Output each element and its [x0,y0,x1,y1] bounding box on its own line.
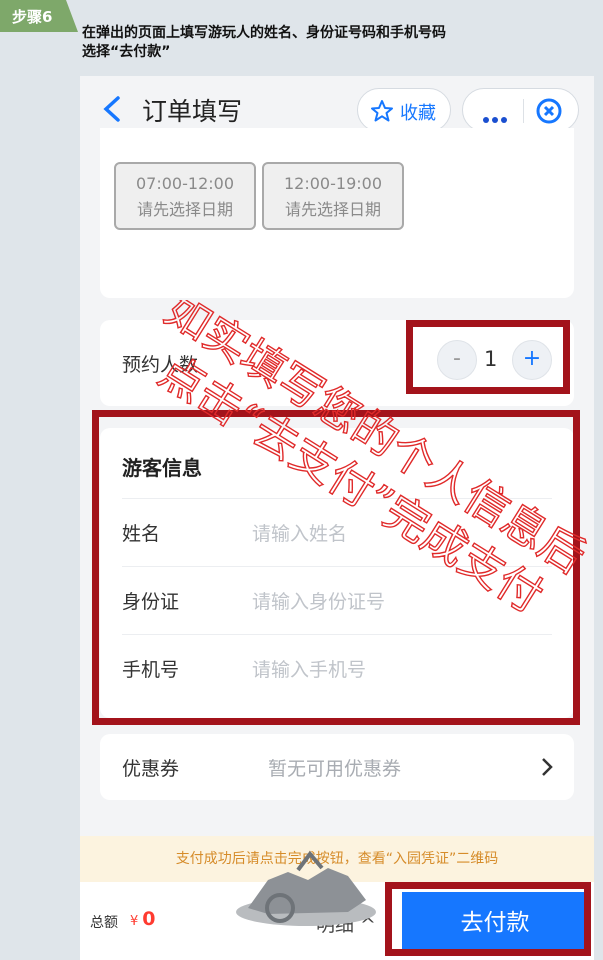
more-icon[interactable] [483,108,510,127]
slot-hint: 请先选择日期 [284,200,381,219]
watermark-sculpture-icon [236,850,376,926]
star-icon [371,100,393,122]
favorite-button[interactable]: 收藏 [357,88,451,132]
coupon-label: 优惠券 [122,758,180,780]
step-instructions: 在弹出的页面上填写游玩人的姓名、身份证号码和手机号码 选择“去付款” [82,24,446,62]
time-slot-afternoon[interactable]: 12:00-19:00 请先选择日期 [262,162,404,230]
total-amount: ¥0 [130,908,156,930]
slot-hint: 请先选择日期 [136,200,233,219]
favorite-label: 收藏 [400,103,436,124]
time-slot-card: 07:00-12:00 请先选择日期 12:00-19:00 请先选择日期 [100,128,574,298]
count-highlight-box [406,320,570,394]
capsule-divider [523,99,524,123]
chevron-right-icon [542,758,553,776]
total-value: 0 [142,908,156,930]
visitor-highlight-box [92,410,580,725]
total-label: 总额 [90,915,118,931]
capsule-menu [462,88,579,132]
currency-symbol: ¥ [130,914,139,929]
close-miniprogram-icon[interactable] [535,97,563,125]
page-title: 订单填写 [142,97,243,126]
time-slot-morning[interactable]: 07:00-12:00 请先选择日期 [114,162,256,230]
coupon-value: 暂无可用优惠券 [268,758,402,780]
step-line-1: 在弹出的页面上填写游玩人的姓名、身份证号码和手机号码 [82,25,446,41]
coupon-row[interactable]: 优惠券 暂无可用优惠券 [100,734,574,800]
booking-count-label: 预约人数 [122,354,199,376]
step-badge-label: 步骤6 [12,8,53,26]
slot-time: 07:00-12:00 [136,174,234,193]
step-line-2: 选择“去付款” [82,44,171,60]
pay-highlight-box [385,882,591,956]
step-badge: 步骤6 [0,0,78,32]
slot-time: 12:00-19:00 [284,174,382,193]
back-arrow-icon[interactable] [100,94,124,124]
